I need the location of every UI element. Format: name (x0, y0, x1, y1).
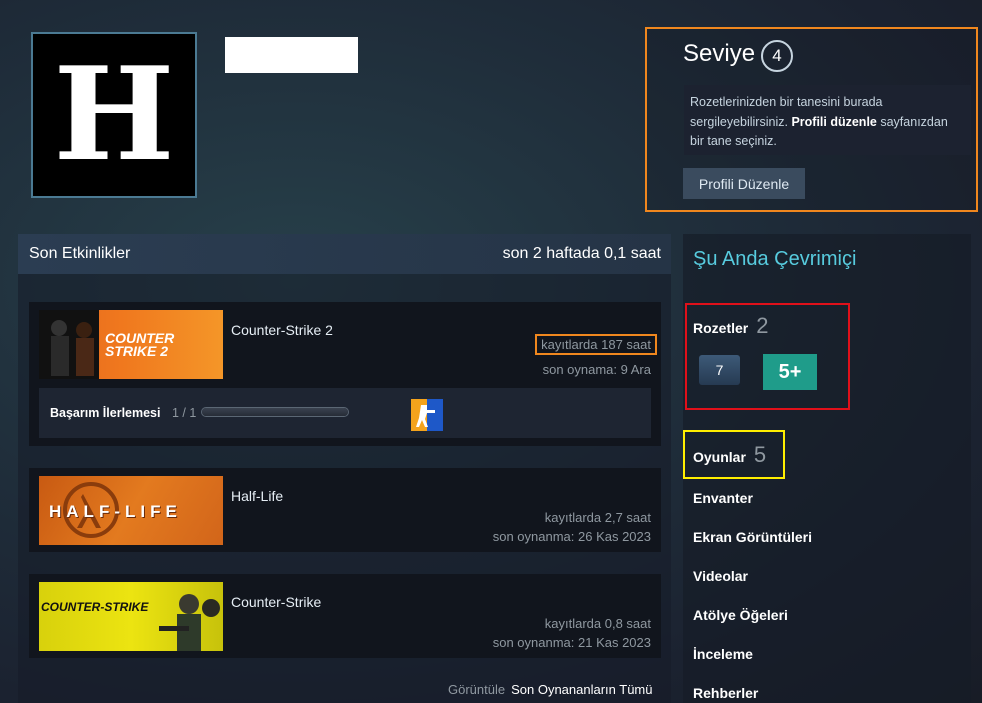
game-last-played-half-life: son oynanma: 26 Kas 2023 (492, 529, 651, 544)
game-last-played-counter-strike: son oynanma: 21 Kas 2023 (492, 635, 651, 650)
achievement-progress-bar (201, 407, 349, 417)
cs2-image-label: COUNTER STRIKE 2 (105, 330, 175, 359)
game-card-half-life: HALF-LIFE Half-Life kayıtlarda 2,7 saat … (29, 468, 661, 552)
view-all-recent-link[interactable]: Son Oynananların Tümü (511, 682, 652, 697)
level-title: Seviye (683, 40, 756, 67)
games-link[interactable]: Oyunlar 5 (693, 442, 766, 468)
recent-activity-header: Son Etkinlikler son 2 haftada 0,1 saat (18, 234, 671, 274)
game-image-half-life[interactable]: HALF-LIFE (39, 476, 223, 545)
sidebar-link-reviews[interactable]: İnceleme (693, 646, 753, 662)
counter-strike-image-label: COUNTER-STRIKE (41, 600, 149, 614)
achievement-progress-fill (202, 408, 348, 416)
achievement-icon[interactable] (411, 399, 443, 431)
game-name-cs2[interactable]: Counter-Strike 2 (231, 322, 333, 338)
badges-link[interactable]: Rozetler 2 (693, 313, 768, 339)
game-name-counter-strike[interactable]: Counter-Strike (231, 594, 321, 610)
sidebar-link-videos[interactable]: Videolar (693, 568, 748, 584)
badge-a-value: 7 (715, 362, 724, 378)
half-life-image-label: HALF-LIFE (49, 502, 182, 521)
soldier-icon (411, 399, 443, 431)
badges-count: 2 (756, 313, 769, 338)
profile-name-redacted (225, 37, 358, 73)
sidebar-link-screenshots[interactable]: Ekran Görüntüleri (693, 529, 812, 545)
achievement-progress-row: Başarım İlerlemesi 1 / 1 (39, 388, 651, 438)
badge-games-owned[interactable]: 5+ (763, 354, 817, 390)
game-card-counter-strike: COUNTER-STRIKE Counter-Strike kayıtlarda… (29, 574, 661, 658)
game-hours-cs2: kayıtlarda 187 saat (535, 334, 657, 355)
view-label: Görüntüle (448, 682, 506, 697)
edit-profile-link[interactable]: Profili düzenle (791, 115, 876, 129)
badge-showcase-hint: Rozetlerinizden bir tanesini burada serg… (684, 85, 971, 155)
badge-b-value: 5+ (778, 360, 802, 383)
level-value: 4 (772, 46, 782, 65)
sidebar-link-guides[interactable]: Rehberler (693, 685, 758, 701)
game-image-cs2[interactable]: COUNTER STRIKE 2 (39, 310, 223, 379)
badge-years-of-service[interactable]: 7 (699, 355, 740, 385)
games-count: 5 (753, 442, 767, 467)
game-last-played-cs2: son oynama: 9 Ara (542, 362, 651, 377)
sidebar-link-workshop[interactable]: Atölye Öğeleri (693, 607, 788, 623)
profile-avatar[interactable]: H (31, 32, 197, 198)
game-card-cs2: COUNTER STRIKE 2 Counter-Strike 2 kayıtl… (29, 302, 661, 446)
view-all-recent: Görüntüle Son Oynananların Tümü (448, 682, 653, 697)
game-hours-half-life: kayıtlarda 2,7 saat (544, 510, 651, 525)
edit-profile-button[interactable]: Profili Düzenle (683, 168, 805, 199)
game-name-half-life[interactable]: Half-Life (231, 488, 283, 504)
recent-activity-title: Son Etkinlikler (29, 245, 131, 262)
games-label: Oyunlar (693, 449, 746, 465)
game-image-counter-strike[interactable]: COUNTER-STRIKE (39, 582, 223, 651)
recent-activity-summary: son 2 haftada 0,1 saat (502, 245, 661, 262)
badges-label: Rozetler (693, 320, 749, 336)
counter-strike-artwork-icon (159, 594, 220, 651)
avatar-letter: H (53, 40, 175, 190)
online-status: Şu Anda Çevrimiçi (693, 248, 857, 270)
achievement-label: Başarım İlerlemesi (50, 406, 161, 420)
sidebar-link-inventory[interactable]: Envanter (693, 490, 753, 506)
achievement-count: 1 / 1 (172, 406, 197, 420)
game-hours-counter-strike: kayıtlarda 0,8 saat (544, 616, 651, 631)
level-badge[interactable]: 4 (761, 40, 793, 72)
